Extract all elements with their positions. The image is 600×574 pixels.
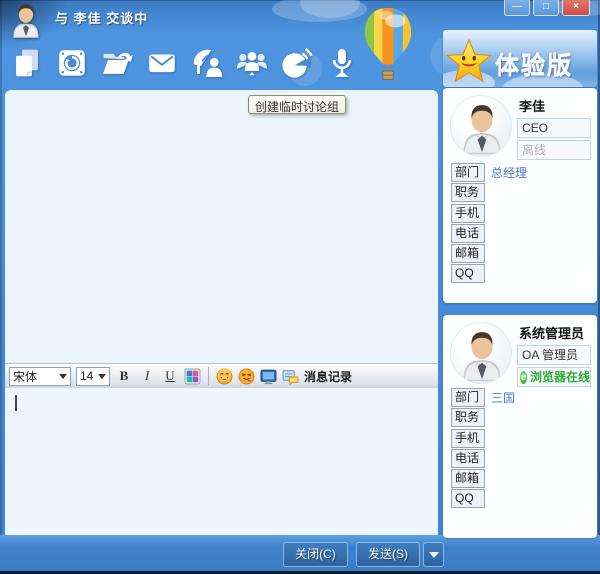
- send-options-button[interactable]: [423, 542, 444, 567]
- trial-banner: 体验版: [443, 30, 597, 87]
- chevron-down-icon: [59, 374, 67, 379]
- text-caret: [15, 395, 17, 411]
- info-row: 部门 三国: [451, 388, 591, 408]
- bold-button[interactable]: B: [115, 368, 133, 384]
- field-label: 部门: [451, 163, 485, 182]
- field-label: 邮箱: [451, 469, 485, 488]
- info-row: 手机: [451, 429, 591, 449]
- header-toolbar: [10, 46, 359, 80]
- info-row: 邮箱: [451, 244, 591, 264]
- star-icon: [445, 38, 493, 86]
- status-badge: e 浏览器在线: [517, 367, 591, 387]
- avatar[interactable]: [450, 95, 512, 157]
- contact-name: 系统管理员: [519, 323, 591, 342]
- contact-info: 部门 三国 职务 手机 电话 邮箱 QQ: [451, 388, 591, 510]
- field-value[interactable]: 三国: [491, 389, 515, 406]
- close-window-button[interactable]: ×: [562, 0, 590, 16]
- broadcast-icon[interactable]: [280, 46, 314, 80]
- send-file-icon[interactable]: [100, 46, 134, 80]
- field-label: 职务: [451, 408, 485, 427]
- field-label: QQ: [451, 489, 485, 508]
- titlebar[interactable]: 与 李佳 交谈中 — □ ×: [0, 0, 600, 30]
- disk-icon[interactable]: [55, 46, 89, 80]
- send-button[interactable]: 发送(S): [356, 542, 420, 567]
- avatar[interactable]: [450, 322, 512, 384]
- contact-title: OA 管理员: [517, 345, 591, 365]
- contact-card: 系统管理员 OA 管理员 e 浏览器在线 部门 三国 职务 手机 电话: [443, 315, 597, 538]
- field-label: 手机: [451, 204, 485, 223]
- status-badge: 离线: [517, 140, 591, 160]
- info-row: 邮箱: [451, 469, 591, 489]
- discussion-group-icon[interactable]: [235, 46, 269, 80]
- info-row: 部门 总经理: [451, 163, 591, 183]
- chevron-down-icon: [429, 552, 439, 558]
- voice-icon[interactable]: [325, 46, 359, 80]
- window-controls: — □ ×: [504, 0, 590, 16]
- italic-button[interactable]: I: [138, 368, 156, 384]
- files-icon[interactable]: [10, 46, 44, 80]
- emoticon-smile-icon[interactable]: [216, 368, 233, 385]
- info-row: 电话: [451, 224, 591, 244]
- info-row: 职务: [451, 183, 591, 203]
- bottom-bar: 关闭(C) 发送(S): [0, 535, 600, 574]
- info-row: 电话: [451, 449, 591, 469]
- font-size-value: 14: [80, 369, 93, 383]
- person-icon: [454, 100, 510, 156]
- format-toolbar: 宋体 14 B I U: [5, 363, 438, 388]
- info-row: QQ: [451, 489, 591, 509]
- contact-title: CEO: [517, 118, 591, 138]
- minimize-button[interactable]: —: [504, 0, 530, 16]
- divider: [208, 367, 209, 385]
- window-title: 与 李佳 交谈中: [55, 8, 148, 27]
- info-row: 职务: [451, 408, 591, 428]
- info-row: 手机: [451, 204, 591, 224]
- field-label: 部门: [451, 388, 485, 407]
- mail-icon[interactable]: [145, 46, 179, 80]
- field-label: 电话: [451, 449, 485, 468]
- font-color-icon[interactable]: [184, 368, 201, 385]
- field-label: 邮箱: [451, 244, 485, 263]
- chevron-down-icon: [98, 374, 106, 379]
- underline-button[interactable]: U: [161, 368, 179, 384]
- message-history-icon[interactable]: [282, 368, 299, 385]
- tooltip: 创建临时讨论组: [248, 95, 346, 114]
- field-value[interactable]: 总经理: [491, 164, 527, 181]
- field-label: 电话: [451, 224, 485, 243]
- person-icon: [454, 327, 510, 383]
- contact-name: 李佳: [519, 96, 591, 115]
- font-family-select[interactable]: 宋体: [9, 367, 71, 386]
- field-label: 职务: [451, 183, 485, 202]
- maximize-button[interactable]: □: [533, 0, 559, 16]
- chat-message-view[interactable]: [5, 90, 438, 363]
- contact-info: 部门 总经理 职务 手机 电话 邮箱 QQ: [451, 163, 591, 285]
- browser-online-icon: e: [520, 371, 527, 384]
- font-family-value: 宋体: [13, 368, 37, 385]
- info-row: QQ: [451, 264, 591, 284]
- remote-desktop-icon[interactable]: [190, 46, 224, 80]
- font-size-select[interactable]: 14: [76, 367, 110, 386]
- close-button[interactable]: 关闭(C): [283, 542, 348, 567]
- screen-capture-icon[interactable]: [260, 368, 277, 385]
- chat-window: 与 李佳 交谈中 — □ ×: [0, 0, 600, 574]
- field-label: QQ: [451, 264, 485, 283]
- emoticon-wink-icon[interactable]: [238, 368, 255, 385]
- title-avatar-icon: [7, 1, 45, 39]
- status-text: 浏览器在线: [530, 368, 590, 386]
- message-input[interactable]: [5, 388, 438, 535]
- contact-card: 李佳 CEO 离线 部门 总经理 职务 手机 电话 邮箱: [443, 88, 597, 303]
- field-label: 手机: [451, 429, 485, 448]
- trial-banner-label: 体验版: [495, 45, 573, 80]
- message-history-label[interactable]: 消息记录: [304, 368, 352, 385]
